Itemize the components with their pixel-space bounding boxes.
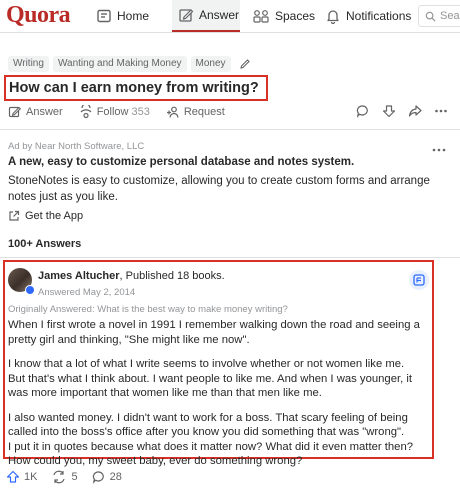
topic-chip-money[interactable]: Money [190, 56, 231, 72]
nav-home[interactable]: Home [96, 0, 149, 32]
comment-icon[interactable] [356, 104, 370, 118]
share-count: 5 [71, 471, 78, 483]
person-add-icon [166, 106, 179, 118]
upvote-button[interactable]: 1K [6, 470, 37, 484]
home-icon [97, 9, 111, 23]
answer-paragraph: I put it in quotes because what does it … [8, 440, 414, 453]
author-line: James Altucher, Published 18 books. [38, 270, 225, 282]
upvote-count: 1K [24, 471, 38, 483]
answer-paragraph: But that's what I think about. I want pe… [8, 372, 413, 400]
answer-body: When I first wrote a novel in 1991 I rem… [8, 318, 430, 469]
answer-action-bar: 1K 5 28 [6, 470, 136, 484]
spaces-icon [253, 10, 269, 23]
edit-icon [8, 106, 22, 118]
ad-label[interactable]: Ad by Near North Software, LLC [8, 141, 144, 152]
question-action-bar: Answer Follow 353 Request [8, 104, 452, 120]
answer-paragraph: I also wanted money. I didn't want to wo… [8, 411, 408, 439]
reshare-icon [53, 470, 66, 484]
nav-spaces[interactable]: Spaces [252, 0, 315, 32]
answer-button-label: Answer [26, 106, 63, 118]
nav-answer-label: Answer [199, 8, 240, 22]
downvote-icon[interactable] [382, 104, 396, 118]
bell-icon [327, 10, 339, 24]
search-icon [425, 11, 436, 22]
quora-logo[interactable]: Quora [6, 2, 71, 29]
request-button[interactable]: Request [166, 105, 225, 119]
question-title[interactable]: How can I earn money from writing? [9, 80, 259, 96]
reshare-button[interactable]: 5 [51, 470, 78, 484]
topic-chip-writing[interactable]: Writing [8, 56, 49, 72]
comment-count: 28 [109, 471, 122, 483]
nav-notifications[interactable]: Notifications [325, 0, 411, 32]
question-secondary-actions [356, 104, 448, 118]
follow-button-label: Follow [96, 106, 129, 118]
follow-icon [80, 105, 92, 119]
comment-icon [92, 471, 104, 484]
ad-more-icon[interactable] [432, 140, 446, 158]
nav-home-label: Home [117, 9, 150, 23]
ad-body: StoneNotes is easy to customize, allowin… [8, 175, 430, 203]
nav-notifications-label: Notifications [346, 9, 412, 23]
ad-cta-label: Get the App [25, 210, 84, 222]
author-name[interactable]: James Altucher [38, 270, 120, 282]
verified-badge-icon [25, 285, 35, 295]
top-nav: Quora Home Answer Spaces Notifications S… [0, 0, 460, 33]
topic-chip-wanting-and-making-money[interactable]: Wanting and Making Money [52, 56, 187, 72]
nav-spaces-label: Spaces [275, 9, 316, 23]
search-input[interactable]: Searc [418, 5, 460, 27]
edit-square-icon [179, 9, 194, 22]
answer-paragraph: I know that a lot of what I write seems … [8, 358, 405, 370]
answers-count[interactable]: 100+ Answers [8, 238, 81, 250]
ad-title[interactable]: A new, easy to customize personal databa… [8, 156, 354, 168]
follow-count: 353 [131, 106, 150, 118]
topic-list: Writing Wanting and Making Money Money [8, 56, 251, 72]
upvote-icon [6, 470, 20, 483]
more-icon[interactable] [434, 104, 448, 118]
section-divider [0, 129, 460, 130]
edit-topics-pencil-icon[interactable] [239, 58, 251, 70]
nav-answer[interactable]: Answer [172, 0, 240, 32]
author-credential: , Published 18 books. [119, 270, 225, 282]
comments-button[interactable]: 28 [92, 470, 122, 484]
originally-answered[interactable]: Originally Answered: What is the best wa… [8, 304, 288, 315]
spaces-share-icon[interactable] [409, 270, 429, 290]
answer-paragraph: How could you, my sweet baby, ever do so… [8, 455, 303, 467]
section-divider [0, 257, 460, 258]
ad-get-app-link[interactable]: Get the App [8, 210, 83, 222]
search-placeholder: Searc [440, 10, 460, 22]
share-icon[interactable] [408, 104, 422, 118]
follow-button[interactable]: Follow 353 [79, 105, 150, 119]
answer-paragraph: When I first wrote a novel in 1991 I rem… [8, 319, 420, 346]
answer-button[interactable]: Answer [8, 105, 63, 119]
external-link-icon [9, 210, 20, 221]
request-button-label: Request [183, 106, 225, 118]
answered-date[interactable]: Answered May 2, 2014 [38, 287, 135, 298]
